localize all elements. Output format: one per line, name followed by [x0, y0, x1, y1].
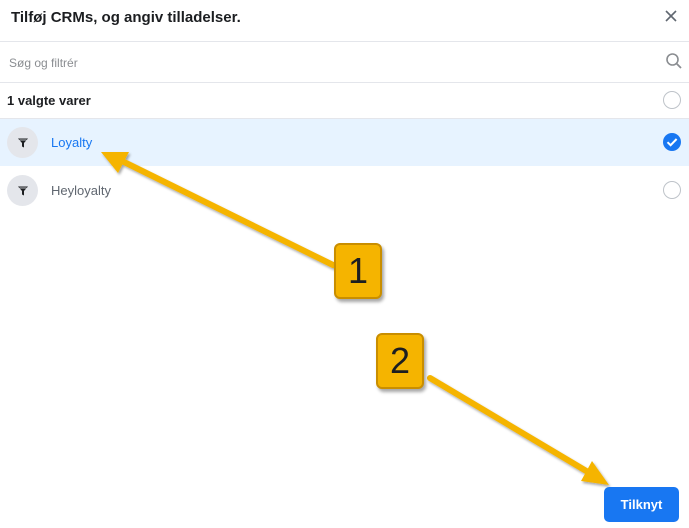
list-item-label: Heyloyalty	[51, 183, 111, 198]
selected-count-header: 1 valgte varer	[0, 82, 689, 119]
arrow-to-connect-button	[427, 375, 609, 485]
search-icon[interactable]	[665, 52, 683, 70]
selected-count-label: 1 valgte varer	[7, 93, 91, 108]
checkmark-icon	[666, 138, 678, 147]
annotation-badge-2: 2	[376, 333, 424, 389]
annotation-badge-1: 1	[334, 243, 382, 299]
list-item-checkbox[interactable]	[663, 181, 681, 199]
close-icon[interactable]	[662, 7, 680, 25]
funnel-icon	[7, 127, 38, 158]
dialog-title: Tilføj CRMs, og angiv tilladelser.	[11, 9, 241, 26]
connect-button[interactable]: Tilknyt	[604, 487, 679, 522]
search-input[interactable]	[7, 52, 651, 74]
funnel-icon	[7, 175, 38, 206]
search-bar	[0, 41, 689, 83]
list-item-heyloyalty[interactable]: Heyloyalty	[0, 167, 689, 214]
list-item-loyalty[interactable]: Loyalty	[0, 119, 689, 166]
select-all-radio[interactable]	[663, 91, 681, 109]
list-item-label: Loyalty	[51, 135, 93, 150]
list-item-checkbox-checked[interactable]	[663, 133, 681, 151]
